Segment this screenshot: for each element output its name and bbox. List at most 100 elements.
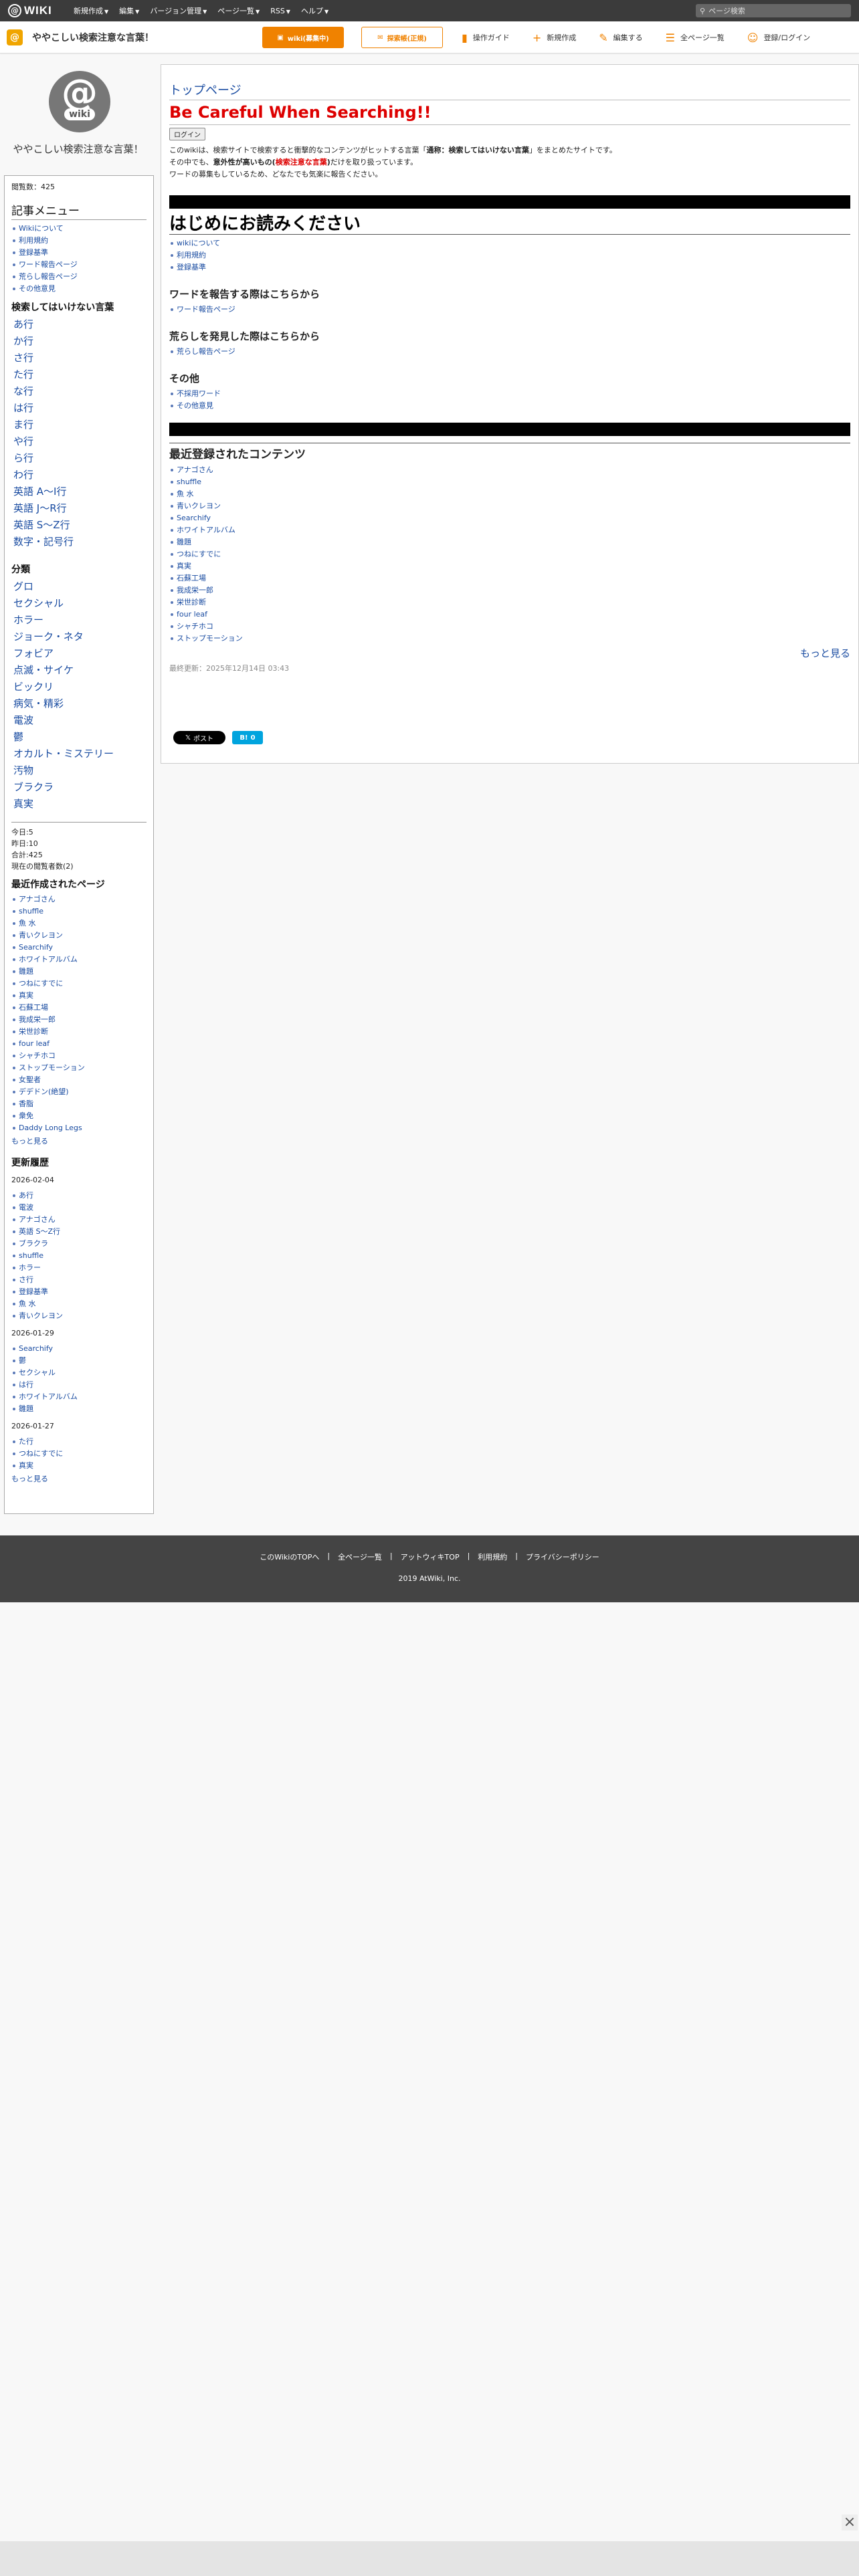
list-item-link[interactable]: shuffle: [177, 477, 201, 486]
menu-pagelist[interactable]: ページ一覧 ▼: [217, 5, 260, 16]
list-item-link[interactable]: 英語 S〜Z行: [19, 1227, 60, 1236]
list-item-link[interactable]: 雛題: [177, 538, 191, 546]
all-pages-link[interactable]: ☰ 全ページ一覧: [666, 31, 725, 44]
list-item-link[interactable]: ホワイトアルバム: [19, 1392, 78, 1401]
list-item[interactable]: 青いクレヨン: [11, 1310, 147, 1322]
list-item-link[interactable]: 女聖者: [19, 1075, 41, 1084]
list-item[interactable]: さ行: [11, 350, 147, 366]
list-item[interactable]: four leaf: [11, 1038, 147, 1050]
list-item[interactable]: shuffle: [169, 476, 850, 488]
menu-version[interactable]: バージョン管理 ▼: [150, 5, 207, 16]
list-item[interactable]: 真実: [11, 796, 147, 813]
list-item-link[interactable]: つねにすでに: [177, 550, 221, 558]
list-item[interactable]: 真実: [11, 1460, 147, 1472]
list-item-link[interactable]: 衆免: [19, 1111, 33, 1120]
list-item-link[interactable]: wikiについて: [177, 239, 220, 247]
list-item[interactable]: アナゴさん: [169, 464, 850, 476]
list-item-link[interactable]: 真実: [19, 991, 33, 1000]
list-item[interactable]: 英語 S〜Z行: [11, 517, 147, 534]
list-item[interactable]: た行: [11, 366, 147, 383]
list-item-link[interactable]: その他意見: [177, 401, 213, 410]
list-item[interactable]: 登録基準: [11, 247, 147, 259]
list-item-link[interactable]: ホワイトアルバム: [19, 955, 78, 964]
close-icon[interactable]: ×: [842, 2514, 858, 2531]
list-item[interactable]: 雛題: [11, 1403, 147, 1415]
list-item-link[interactable]: four leaf: [19, 1039, 50, 1048]
list-item[interactable]: ホラー: [11, 612, 147, 629]
list-item-link[interactable]: 香脂: [19, 1099, 33, 1108]
list-item[interactable]: 雛題: [169, 536, 850, 548]
list-item[interactable]: デデドン(絶望): [11, 1086, 147, 1098]
list-item[interactable]: 点滅・サイケ: [11, 662, 147, 679]
list-item[interactable]: あ行: [11, 1190, 147, 1202]
list-item[interactable]: 青いクレヨン: [11, 930, 147, 942]
list-item[interactable]: アナゴさん: [11, 1214, 147, 1226]
list-item[interactable]: 青いクレヨン: [169, 500, 850, 512]
list-item[interactable]: ワード報告ページ: [169, 304, 850, 316]
list-item[interactable]: 真実: [169, 560, 850, 572]
recent-pages-more-link[interactable]: もっと見る: [11, 1136, 147, 1146]
list-item-link[interactable]: アナゴさん: [19, 1215, 56, 1224]
list-item[interactable]: シャチホコ: [169, 621, 850, 633]
login-button[interactable]: ログイン: [169, 128, 205, 140]
list-item-link[interactable]: Daddy Long Legs: [19, 1123, 82, 1132]
list-item-link[interactable]: 青いクレヨン: [19, 931, 63, 940]
list-item[interactable]: な行: [11, 383, 147, 400]
list-item[interactable]: 数字・記号行: [11, 534, 147, 550]
list-item[interactable]: あ行: [11, 316, 147, 333]
list-item[interactable]: ら行: [11, 450, 147, 467]
list-item-link[interactable]: シャチホコ: [19, 1051, 56, 1060]
list-item-link[interactable]: shuffle: [19, 907, 43, 916]
list-item-link[interactable]: 真実: [177, 562, 191, 570]
list-item[interactable]: シャチホコ: [11, 1050, 147, 1062]
list-item-link[interactable]: 荒らし報告ページ: [177, 347, 235, 356]
list-item-link[interactable]: ホラー: [19, 1263, 41, 1272]
menu-rss[interactable]: RSS ▼: [270, 7, 290, 15]
menu-edit[interactable]: 編集 ▼: [119, 5, 139, 16]
footer-link-atwiki[interactable]: アットウィキTOP: [401, 1551, 460, 1562]
list-item-link[interactable]: 登録基準: [19, 1287, 48, 1296]
list-item[interactable]: ホワイトアルバム: [11, 1391, 147, 1403]
list-item-link[interactable]: four leaf: [177, 610, 207, 619]
list-item[interactable]: Wikiについて: [11, 223, 147, 235]
list-item[interactable]: つねにすでに: [11, 978, 147, 990]
list-item[interactable]: か行: [11, 333, 147, 350]
list-item[interactable]: アナゴさん: [11, 893, 147, 905]
wiki-logo-icon[interactable]: @ wiki: [49, 71, 110, 132]
list-item[interactable]: 鬱: [11, 1355, 147, 1367]
list-item-link[interactable]: ストップモーション: [177, 634, 243, 643]
list-item[interactable]: 英語 S〜Z行: [11, 1226, 147, 1238]
list-item[interactable]: 英語 A〜I行: [11, 484, 147, 500]
list-item[interactable]: 鬱: [11, 729, 147, 746]
list-item[interactable]: 英語 J〜R行: [11, 500, 147, 517]
more-link[interactable]: もっと見る: [800, 647, 850, 659]
list-item-link[interactable]: 栄世診断: [19, 1027, 48, 1036]
list-item-link[interactable]: 我成栄一郎: [19, 1015, 56, 1024]
list-item[interactable]: 衆免: [11, 1110, 147, 1122]
list-item-link[interactable]: た行: [19, 1437, 33, 1446]
list-item-link[interactable]: 魚 水: [19, 919, 36, 928]
list-item[interactable]: 魚 水: [169, 488, 850, 500]
history-more-link[interactable]: もっと見る: [11, 1473, 147, 1484]
site-logo-icon[interactable]: @: [7, 29, 23, 45]
list-item[interactable]: Searchify: [169, 512, 850, 524]
x-post-button[interactable]: 𝕏 ポスト: [173, 731, 225, 744]
list-item-link[interactable]: 我成栄一郎: [177, 586, 213, 595]
list-item[interactable]: ブラクラ: [11, 1238, 147, 1250]
list-item[interactable]: 病気・精彩: [11, 695, 147, 712]
list-item[interactable]: 利用規約: [11, 235, 147, 247]
footer-link-top[interactable]: このWikiのTOPへ: [260, 1551, 319, 1562]
list-item-link[interactable]: 雛題: [19, 967, 33, 976]
list-item[interactable]: た行: [11, 1436, 147, 1448]
list-item-link[interactable]: ワード報告ページ: [177, 305, 235, 314]
list-item-link[interactable]: 利用規約: [19, 236, 48, 245]
list-item-link[interactable]: 不採用ワード: [177, 389, 221, 398]
footer-link-pages[interactable]: 全ページ一覧: [338, 1551, 382, 1562]
list-item-link[interactable]: Searchify: [19, 1344, 53, 1353]
list-item-link[interactable]: Searchify: [177, 514, 211, 522]
list-item-link[interactable]: 魚 水: [19, 1299, 36, 1308]
site-title[interactable]: ややこしい検索注意な言葉！: [32, 31, 154, 44]
list-item[interactable]: 我成栄一郎: [169, 584, 850, 597]
hatena-bookmark-button[interactable]: B! 0: [232, 731, 263, 744]
list-item[interactable]: は行: [11, 400, 147, 417]
